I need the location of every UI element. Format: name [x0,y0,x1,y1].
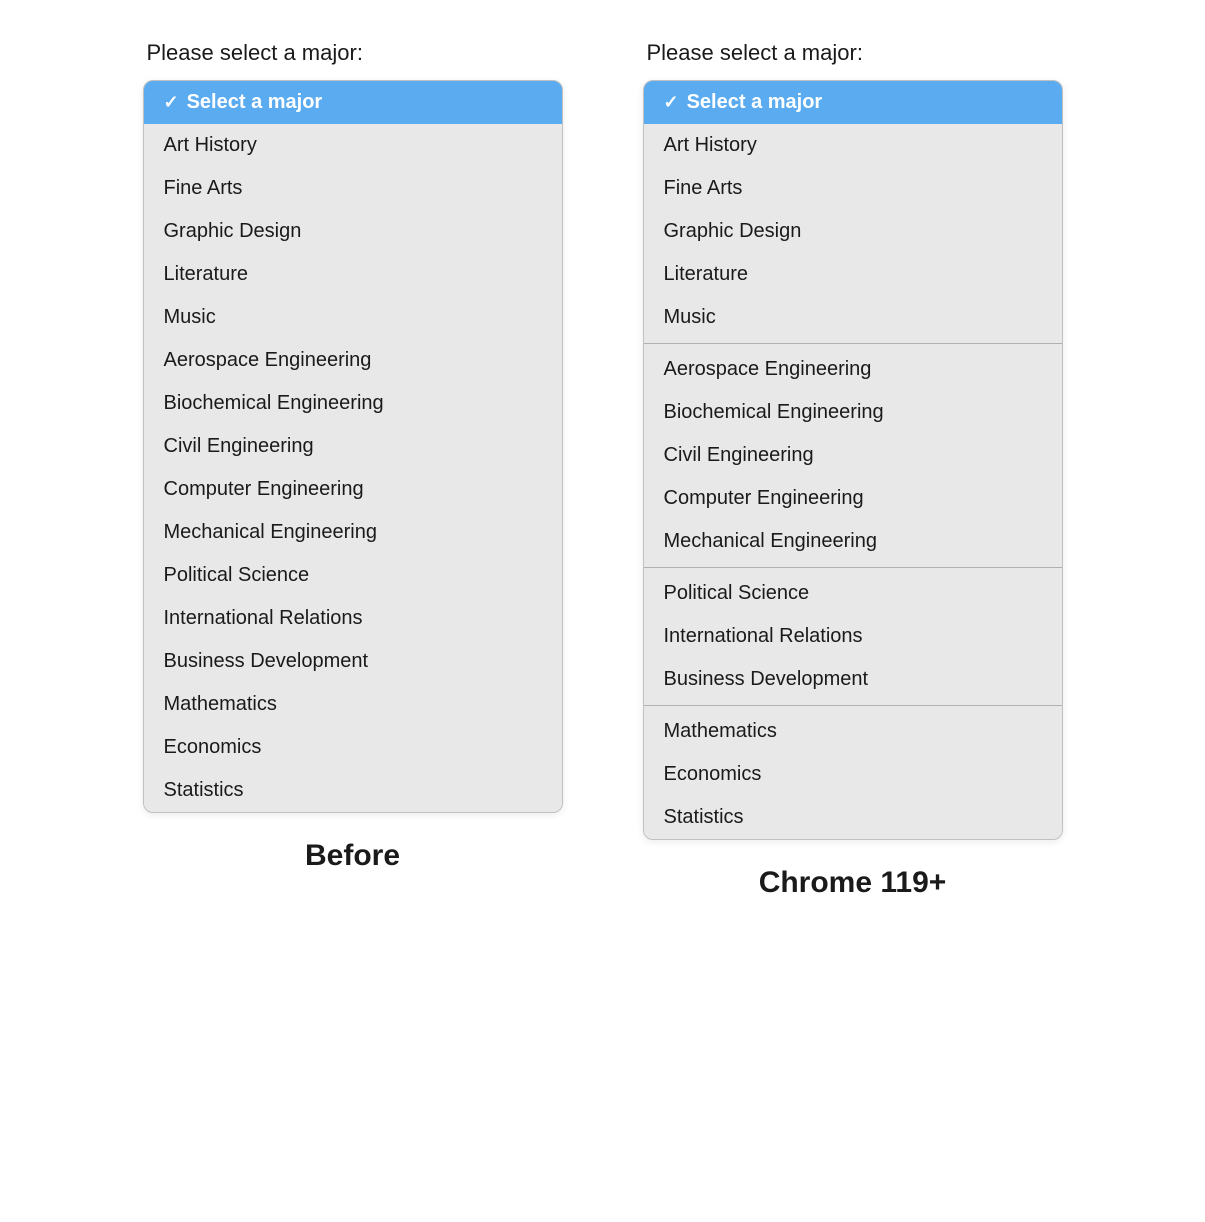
page-container: Please select a major: ✓ Select a major … [23,40,1183,900]
list-item[interactable]: Fine Arts [644,167,1062,210]
list-item[interactable]: Political Science [144,554,562,597]
group-separator [644,343,1062,344]
list-item[interactable]: Civil Engineering [644,434,1062,477]
before-column: Please select a major: ✓ Select a major … [143,40,563,873]
after-dropdown[interactable]: ✓ Select a major Art History Fine Arts G… [643,80,1063,840]
list-item[interactable]: Economics [144,726,562,769]
list-item[interactable]: Literature [644,253,1062,296]
group-separator [644,705,1062,706]
list-item[interactable]: Mechanical Engineering [644,520,1062,563]
list-item[interactable]: Computer Engineering [144,468,562,511]
list-item[interactable]: International Relations [144,597,562,640]
checkmark-icon: ✓ [164,92,179,113]
list-item[interactable]: Computer Engineering [644,477,1062,520]
list-item[interactable]: Mathematics [644,710,1062,753]
after-prompt: Please select a major: [643,40,863,66]
list-item[interactable]: Biochemical Engineering [144,382,562,425]
list-item[interactable]: Mathematics [144,683,562,726]
list-item[interactable]: Aerospace Engineering [644,348,1062,391]
list-item[interactable]: International Relations [644,615,1062,658]
before-selected-label: Select a major [187,91,323,114]
before-prompt: Please select a major: [143,40,363,66]
before-dropdown[interactable]: ✓ Select a major Art History Fine Arts G… [143,80,563,813]
list-item[interactable]: Music [144,296,562,339]
after-column-label: Chrome 119+ [759,866,947,900]
checkmark-icon: ✓ [664,92,679,113]
list-item[interactable]: Civil Engineering [144,425,562,468]
list-item[interactable]: Statistics [644,796,1062,839]
list-item[interactable]: Graphic Design [644,210,1062,253]
list-item[interactable]: Economics [644,753,1062,796]
list-item[interactable]: Business Development [144,640,562,683]
before-column-label: Before [305,839,400,873]
list-item[interactable]: Literature [144,253,562,296]
group-separator [644,567,1062,568]
list-item[interactable]: Statistics [144,769,562,812]
list-item[interactable]: Mechanical Engineering [144,511,562,554]
list-item[interactable]: Music [644,296,1062,339]
list-item[interactable]: Fine Arts [144,167,562,210]
list-item[interactable]: Political Science [644,572,1062,615]
list-item[interactable]: Aerospace Engineering [144,339,562,382]
after-column: Please select a major: ✓ Select a major … [643,40,1063,900]
after-selected-item[interactable]: ✓ Select a major [644,81,1062,124]
list-item[interactable]: Business Development [644,658,1062,701]
list-item[interactable]: Art History [644,124,1062,167]
before-selected-item[interactable]: ✓ Select a major [144,81,562,124]
list-item[interactable]: Graphic Design [144,210,562,253]
after-selected-label: Select a major [687,91,823,114]
list-item[interactable]: Biochemical Engineering [644,391,1062,434]
list-item[interactable]: Art History [144,124,562,167]
